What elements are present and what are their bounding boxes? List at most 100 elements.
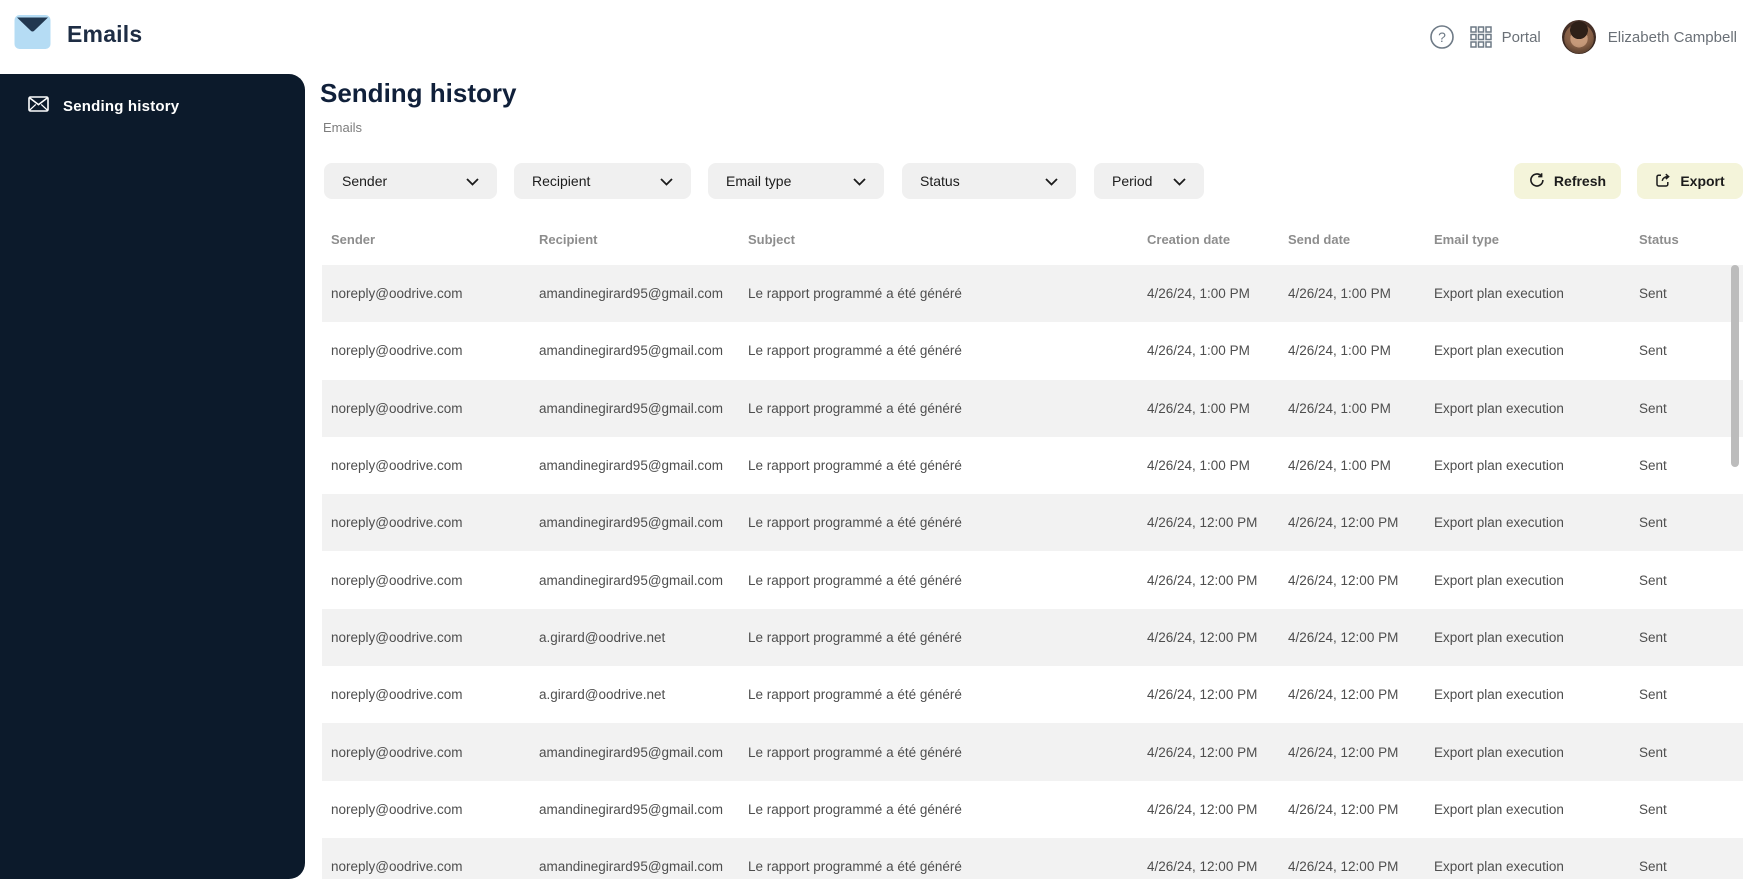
export-label: Export [1680, 173, 1725, 189]
table-row: noreply@oodrive.com a.girard@oodrive.net… [322, 608, 1743, 667]
cell-subject: Le rapport programmé a été généré [748, 801, 962, 817]
cell-subject: Le rapport programmé a été généré [748, 572, 962, 588]
cell-creation-date: 4/26/24, 1:00 PM [1147, 458, 1250, 474]
app-logo-home[interactable]: Emails [14, 15, 142, 54]
topbar-actions: ? Portal Elizabeth Campbell [1429, 0, 1737, 74]
cell-status: Sent [1639, 400, 1667, 416]
cell-status: Sent [1639, 629, 1667, 645]
cell-email-type: Export plan execution [1434, 343, 1564, 359]
table-header: Sender Recipient Subject Creation date S… [322, 220, 1743, 258]
cell-sender: noreply@oodrive.com [331, 400, 463, 416]
table-row: noreply@oodrive.com amandinegirard95@gma… [322, 780, 1743, 838]
envelope-icon [28, 96, 49, 117]
filter-period[interactable]: Period [1094, 163, 1204, 199]
cell-recipient: amandinegirard95@gmail.com [539, 286, 724, 302]
cell-email-type: Export plan execution [1434, 572, 1564, 588]
cell-sender: noreply@oodrive.com [331, 629, 463, 645]
cell-subject: Le rapport programmé a été généré [748, 687, 962, 703]
breadcrumb[interactable]: Emails [323, 120, 362, 135]
cell-recipient: amandinegirard95@gmail.com [539, 572, 724, 588]
cell-email-type: Export plan execution [1434, 801, 1564, 817]
cell-email-type: Export plan execution [1434, 286, 1564, 302]
table-body: noreply@oodrive.com amandinegirard95@gma… [322, 265, 1743, 879]
cell-creation-date: 4/26/24, 12:00 PM [1147, 687, 1258, 703]
user-menu[interactable]: Elizabeth Campbell [1561, 20, 1737, 54]
cell-creation-date: 4/26/24, 1:00 PM [1147, 400, 1250, 416]
cell-creation-date: 4/26/24, 12:00 PM [1147, 629, 1258, 645]
cell-creation-date: 4/26/24, 12:00 PM [1147, 801, 1258, 817]
cell-subject: Le rapport programmé a été généré [748, 859, 962, 875]
cell-sender: noreply@oodrive.com [331, 572, 463, 588]
col-header-email-type: Email type [1434, 231, 1500, 247]
cell-send-date: 4/26/24, 12:00 PM [1288, 515, 1399, 531]
cell-recipient: amandinegirard95@gmail.com [539, 801, 724, 817]
cell-send-date: 4/26/24, 12:00 PM [1288, 859, 1399, 875]
sidebar: Sending history [0, 74, 305, 879]
table-row: noreply@oodrive.com a.girard@oodrive.net… [322, 666, 1743, 724]
refresh-button[interactable]: Refresh [1514, 163, 1621, 199]
filter-email-type[interactable]: Email type [708, 163, 884, 199]
cell-recipient: amandinegirard95@gmail.com [539, 343, 724, 359]
cell-email-type: Export plan execution [1434, 458, 1564, 474]
user-name: Elizabeth Campbell [1607, 28, 1737, 46]
col-header-sender: Sender [331, 231, 376, 247]
help-icon[interactable]: ? [1429, 24, 1455, 50]
cell-subject: Le rapport programmé a été généré [748, 286, 962, 302]
filter-recipient[interactable]: Recipient [514, 163, 691, 199]
cell-email-type: Export plan execution [1434, 744, 1564, 760]
cell-creation-date: 4/26/24, 1:00 PM [1147, 343, 1250, 359]
portal-label: Portal [1501, 28, 1541, 46]
table-row: noreply@oodrive.com amandinegirard95@gma… [322, 837, 1743, 879]
table-row: noreply@oodrive.com amandinegirard95@gma… [322, 436, 1743, 495]
cell-subject: Le rapport programmé a été généré [748, 400, 962, 416]
cell-email-type: Export plan execution [1434, 629, 1564, 645]
filter-period-label: Period [1112, 173, 1153, 189]
cell-creation-date: 4/26/24, 12:00 PM [1147, 572, 1258, 588]
vertical-scrollbar-thumb[interactable] [1731, 265, 1739, 467]
portal-link[interactable]: Portal [1469, 26, 1541, 48]
cell-recipient: amandinegirard95@gmail.com [539, 400, 724, 416]
cell-creation-date: 4/26/24, 12:00 PM [1147, 744, 1258, 760]
chevron-down-icon [853, 173, 866, 189]
cell-email-type: Export plan execution [1434, 400, 1564, 416]
cell-sender: noreply@oodrive.com [331, 515, 463, 531]
chevron-down-icon [660, 173, 673, 189]
cell-sender: noreply@oodrive.com [331, 343, 463, 359]
filter-status-label: Status [920, 173, 960, 189]
topbar: Emails ? Portal Elizabeth Campbell [0, 0, 1756, 74]
cell-status: Sent [1639, 572, 1667, 588]
avatar [1561, 20, 1596, 54]
apps-grid-icon [1469, 26, 1492, 48]
col-header-status: Status [1639, 231, 1679, 247]
cell-send-date: 4/26/24, 12:00 PM [1288, 629, 1399, 645]
emails-logo-icon [14, 15, 51, 54]
chevron-down-icon [1045, 173, 1058, 189]
cell-sender: noreply@oodrive.com [331, 801, 463, 817]
table-row: noreply@oodrive.com amandinegirard95@gma… [322, 265, 1743, 323]
cell-send-date: 4/26/24, 12:00 PM [1288, 744, 1399, 760]
cell-sender: noreply@oodrive.com [331, 859, 463, 875]
cell-send-date: 4/26/24, 1:00 PM [1288, 286, 1391, 302]
filter-sender-label: Sender [342, 173, 388, 189]
cell-subject: Le rapport programmé a été généré [748, 343, 962, 359]
app-title: Emails [67, 21, 143, 47]
cell-subject: Le rapport programmé a été généré [748, 629, 962, 645]
table-row: noreply@oodrive.com amandinegirard95@gma… [322, 379, 1743, 437]
cell-send-date: 4/26/24, 12:00 PM [1288, 572, 1399, 588]
cell-send-date: 4/26/24, 1:00 PM [1288, 400, 1391, 416]
export-button[interactable]: Export [1637, 163, 1743, 199]
cell-sender: noreply@oodrive.com [331, 458, 463, 474]
cell-status: Sent [1639, 286, 1667, 302]
refresh-label: Refresh [1553, 173, 1607, 189]
cell-subject: Le rapport programmé a été généré [748, 458, 962, 474]
table-row: noreply@oodrive.com amandinegirard95@gma… [322, 723, 1743, 781]
cell-subject: Le rapport programmé a été généré [748, 515, 962, 531]
filter-status[interactable]: Status [902, 163, 1076, 199]
sidebar-item-sending-history[interactable]: Sending history [0, 74, 305, 117]
cell-subject: Le rapport programmé a été généré [748, 744, 962, 760]
filter-sender[interactable]: Sender [324, 163, 497, 199]
cell-email-type: Export plan execution [1434, 687, 1564, 703]
cell-creation-date: 4/26/24, 12:00 PM [1147, 515, 1258, 531]
cell-recipient: amandinegirard95@gmail.com [539, 859, 724, 875]
filter-email-type-label: Email type [726, 173, 792, 189]
